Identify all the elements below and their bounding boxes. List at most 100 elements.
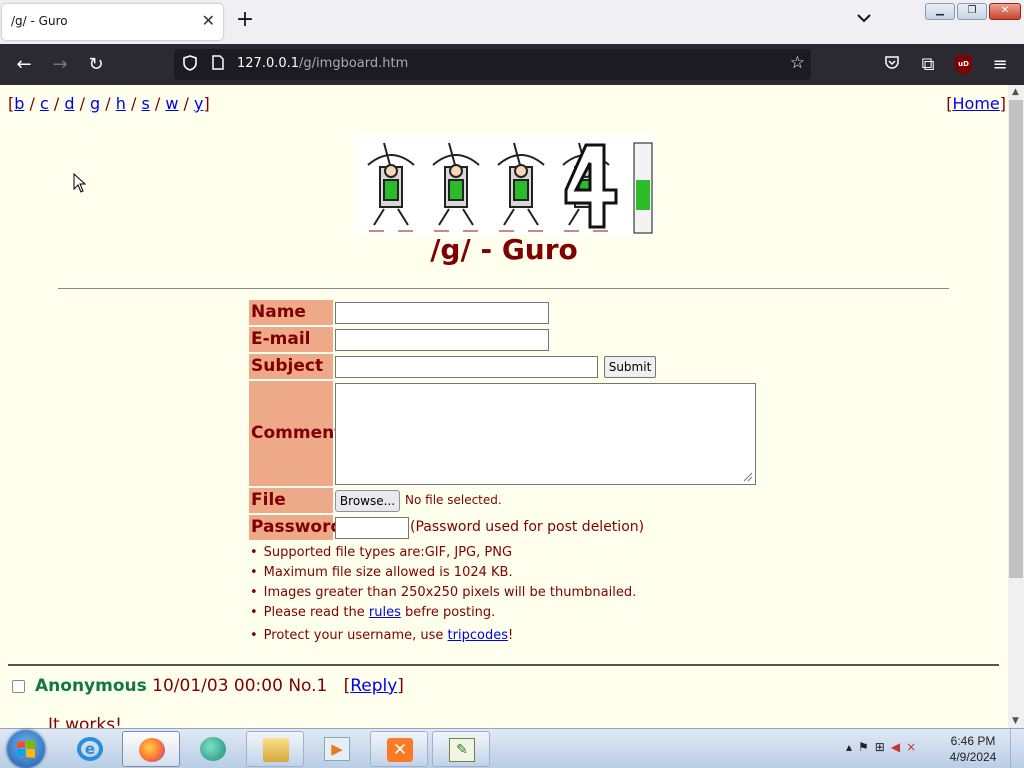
mouse-cursor-icon <box>73 173 87 193</box>
board-link-g[interactable]: g <box>90 94 100 113</box>
email-label: E-mail <box>249 327 333 352</box>
scroll-down-arrow-icon[interactable]: ▼ <box>1012 716 1019 726</box>
name-input[interactable] <box>335 302 549 324</box>
tab-title: /g/ - Guro <box>11 14 68 28</box>
browse-file-button[interactable]: Browse... <box>335 490 400 512</box>
tripcodes-link[interactable]: tripcodes <box>448 628 508 643</box>
action-center-flag-icon[interactable]: ⚑ <box>858 740 875 754</box>
post-select-checkbox[interactable] <box>12 680 25 693</box>
reload-icon[interactable]: ↻ <box>84 53 108 77</box>
show-desktop-button[interactable] <box>1010 729 1024 768</box>
board-link-h[interactable]: h <box>116 94 126 113</box>
ublock-origin-icon[interactable]: uD <box>955 55 972 74</box>
resize-grip-icon[interactable] <box>741 470 753 482</box>
rule-read-rules: Please read the rules befre posting. <box>250 603 636 623</box>
board-navigation: [b / c / d / g / h / s / w / y] <box>8 94 210 113</box>
system-tray: ▴⚑⊞◀× <box>846 740 922 754</box>
rules-link[interactable]: rules <box>369 605 401 620</box>
bookmark-star-icon[interactable]: ☆ <box>790 53 805 73</box>
board-link-s[interactable]: s <box>141 94 149 113</box>
taskbar-notepad[interactable]: ✎ <box>432 731 490 767</box>
home-link[interactable]: Home <box>953 94 1000 113</box>
new-tab-button[interactable]: + <box>234 9 256 31</box>
submit-button[interactable]: Submit <box>604 356 656 378</box>
board-title: /g/ - Guro <box>430 233 578 266</box>
xampp-icon: ✕ <box>387 738 413 762</box>
clock-time: 6:46 PM <box>950 734 996 748</box>
pocket-icon[interactable] <box>880 53 904 77</box>
reply-link[interactable]: Reply <box>350 676 397 696</box>
tracking-protection-shield-icon[interactable] <box>183 55 197 75</box>
password-note: (Password used for post deletion) <box>410 519 645 535</box>
folder-icon <box>263 738 289 762</box>
extensions-puzzle-icon[interactable]: ⧉ <box>916 53 940 77</box>
rule-read-pre: Please read the <box>263 605 369 620</box>
taskbar-media-player[interactable]: ▶ <box>308 731 366 767</box>
poster-name: Anonymous <box>35 676 147 696</box>
show-hidden-icons-icon[interactable]: ▴ <box>846 740 858 754</box>
board-link-c[interactable]: c <box>40 94 49 113</box>
email-input[interactable] <box>335 329 549 351</box>
scroll-up-arrow-icon[interactable]: ▲ <box>1012 87 1019 97</box>
taskbar-xampp[interactable]: ✕ <box>370 731 428 767</box>
internet-explorer-icon: e <box>77 737 103 761</box>
url-text: 127.0.0.1/g/imgboard.htm <box>237 56 408 71</box>
password-input[interactable] <box>335 517 409 539</box>
post-datetime: 10/01/03 00:00 <box>152 676 283 696</box>
page-info-icon[interactable] <box>212 55 224 74</box>
post-header: Anonymous 10/01/03 00:00 No.1 [Reply] <box>35 676 404 696</box>
hamburger-menu-icon[interactable]: ≡ <box>988 53 1012 77</box>
board-link-w[interactable]: w <box>165 94 178 113</box>
media-player-icon: ▶ <box>324 737 350 761</box>
app-green-circle-icon <box>200 737 226 761</box>
window-restore-button[interactable]: ❐ <box>957 3 987 20</box>
rule-maxsize: Maximum file size allowed is 1024 KB. <box>250 563 636 583</box>
rule-trip-pre: Protect your username, use <box>263 628 448 643</box>
file-label: File <box>249 488 333 513</box>
posting-rules-list: Supported file types are:GIF, JPG, PNG M… <box>250 543 637 646</box>
subject-input[interactable] <box>335 356 598 378</box>
volume-muted-icon[interactable]: ◀× <box>891 740 922 754</box>
board-link-d[interactable]: d <box>64 94 74 113</box>
board-link-y[interactable]: y <box>194 94 203 113</box>
window-close-button[interactable]: ✕ <box>989 3 1021 20</box>
home-link-wrapper: [Home] <box>946 94 1006 113</box>
start-button[interactable] <box>7 730 45 768</box>
rule-read-post: befre posting. <box>400 605 496 620</box>
taskbar-clock[interactable]: 6:46 PM 4/9/2024 <box>944 733 1002 765</box>
divider <box>58 288 949 289</box>
forward-arrow-icon[interactable]: → <box>48 53 72 77</box>
network-icon[interactable]: ⊞ <box>875 740 891 754</box>
board-banner-image <box>354 135 654 235</box>
tab-close-icon[interactable]: ✕ <box>202 11 215 31</box>
post-number[interactable]: No.1 <box>288 676 327 696</box>
rule-filetypes: Supported file types are:GIF, JPG, PNG <box>250 543 636 563</box>
taskbar-app-green[interactable] <box>184 731 242 767</box>
back-arrow-icon[interactable]: ← <box>12 53 36 77</box>
navigation-toolbar: ← → ↻ 127.0.0.1/g/imgboard.htm ☆ ⧉ ≡ <box>0 44 1024 85</box>
clock-date: 4/9/2024 <box>949 750 997 764</box>
board-link-b[interactable]: b <box>14 94 24 113</box>
window-minimize-button[interactable]: ▁ <box>925 3 955 20</box>
rule-tripcodes: Protect your username, use tripcodes! <box>250 626 636 646</box>
url-bar[interactable]: 127.0.0.1/g/imgboard.htm ☆ <box>174 49 811 80</box>
taskbar-internet-explorer[interactable]: e <box>61 731 119 767</box>
file-status-text: No file selected. <box>405 493 502 507</box>
page-content: [b / c / d / g / h / s / w / y] [Home] /… <box>0 85 1008 728</box>
rule-trip-post: ! <box>507 628 514 643</box>
scrollbar-thumb[interactable] <box>1009 100 1023 578</box>
taskbar-file-explorer[interactable] <box>246 731 304 767</box>
name-label: Name <box>249 300 333 325</box>
subject-label: Subject <box>249 354 333 379</box>
password-label: Password <box>249 515 343 540</box>
tab-strip: /g/ - Guro ✕ + ▁ ❐ ✕ <box>0 0 1024 44</box>
divider <box>8 664 999 666</box>
list-all-tabs-icon[interactable] <box>853 11 875 31</box>
vertical-scrollbar[interactable]: ▲ ▼ <box>1008 85 1024 728</box>
windows-taskbar: e ▶ ✕ ✎ ▴⚑⊞◀× 6:46 PM 4/9/2024 <box>0 728 1024 768</box>
taskbar-firefox[interactable] <box>122 731 180 767</box>
notepad-icon: ✎ <box>449 738 475 762</box>
tab-active[interactable]: /g/ - Guro ✕ <box>2 4 223 40</box>
comment-label: Comment <box>249 381 342 486</box>
comment-textarea[interactable] <box>335 383 756 485</box>
